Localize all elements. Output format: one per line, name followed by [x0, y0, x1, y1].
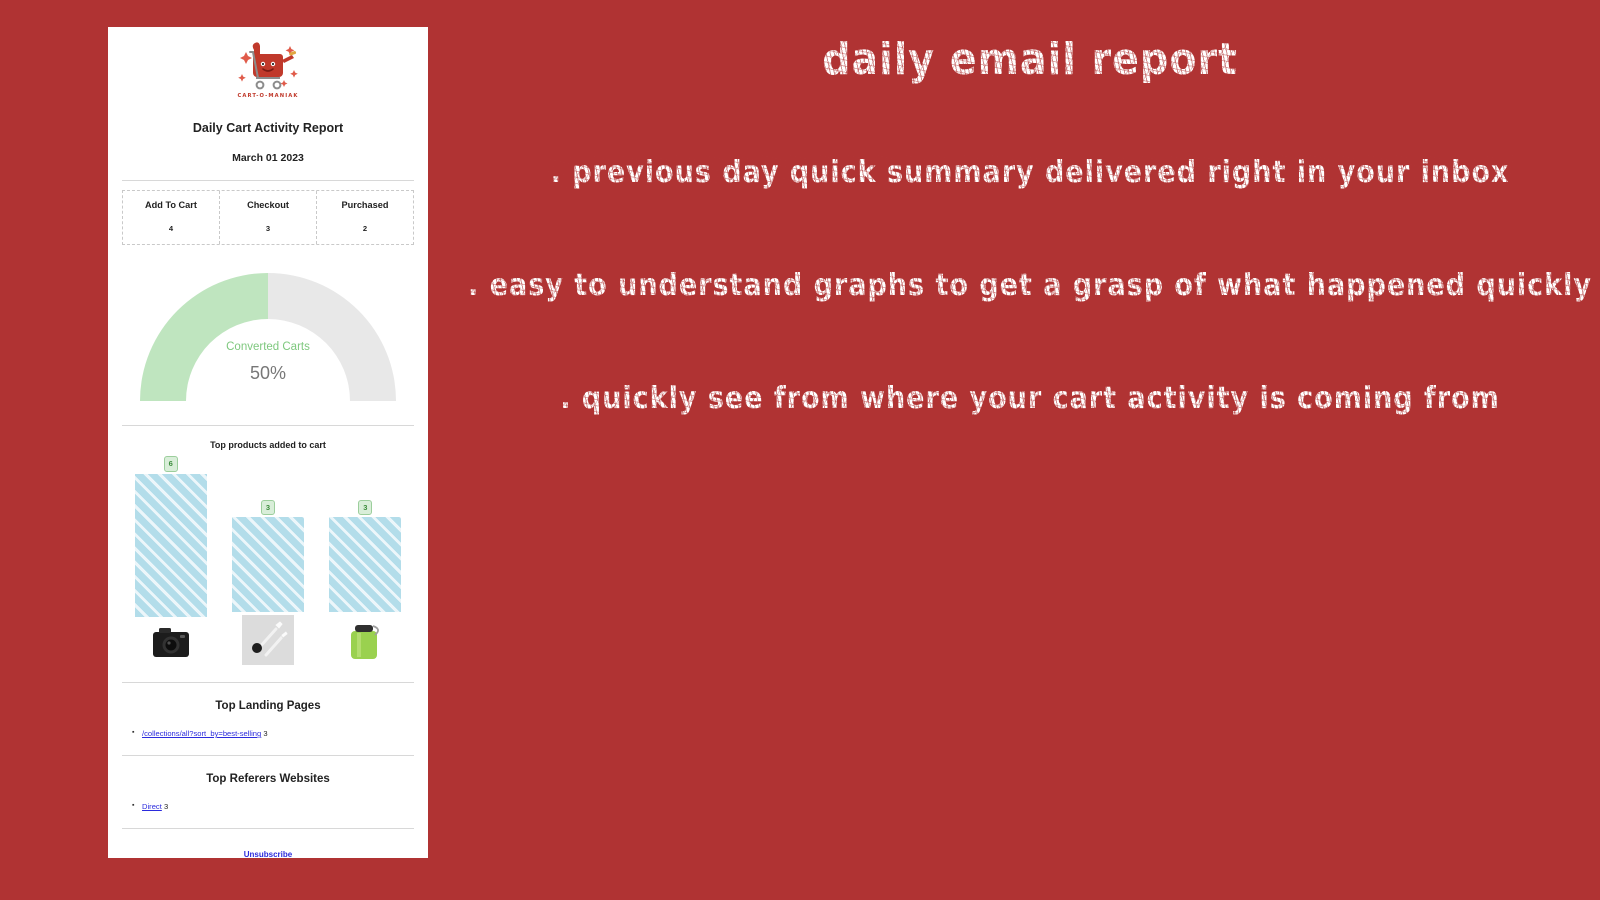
bar-rect: [134, 473, 207, 618]
top-landing-pages-list: /collections/all?sort_by=best-selling 3: [122, 728, 414, 739]
stat-cell-add-to-cart: Add To Cart 4: [123, 191, 220, 244]
email-preview-card: CART-O-MANIAK Daily Cart Activity Report…: [108, 27, 428, 858]
bar-column: 3: [231, 456, 304, 666]
stat-cell-checkout: Checkout 3: [220, 191, 317, 244]
stat-label: Add To Cart: [145, 200, 197, 210]
logo-block: CART-O-MANIAK: [122, 27, 414, 99]
promo-panel: Daily email report . Previous day quick …: [460, 0, 1600, 900]
unsubscribe-link[interactable]: Unsubscribe: [244, 850, 292, 858]
list-item: Direct 3: [132, 801, 414, 812]
promo-bullet-row: . Previous day quick summary delivered r…: [460, 155, 1600, 190]
report-date: March 01 2023: [232, 152, 304, 164]
divider: [122, 827, 414, 829]
promo-bullet-row: . Easy to understand graphs to get a gra…: [460, 268, 1600, 303]
converted-carts-gauge: Converted Carts 50%: [122, 267, 414, 409]
top-landing-pages-title: Top Landing Pages: [215, 700, 321, 712]
landing-page-count: 3: [263, 729, 268, 738]
product-thumbnail-camera: [143, 619, 198, 666]
product-thumbnail-kitchen-utensils: [240, 614, 295, 666]
product-thumbnail-water-bottle: [338, 614, 393, 666]
gauge-value: 50%: [249, 363, 287, 383]
stats-table: Add To Cart 4 Checkout 3 Purchased 2: [122, 190, 414, 245]
stat-cell-purchased: Purchased 2: [317, 191, 413, 244]
divider: [122, 425, 414, 426]
list-item: /collections/all?sort_by=best-selling 3: [132, 728, 414, 739]
divider: [122, 682, 414, 683]
bar-value-badge: 6: [163, 456, 178, 472]
top-products-bar-chart: 6 3 3: [122, 456, 414, 666]
promo-bullet-row: . Quickly see from where your cart activ…: [460, 381, 1600, 416]
bar-rect: [231, 517, 304, 612]
top-referers-title: Top Referers Websites: [206, 772, 330, 785]
page-title: Daily Cart Activity Report: [192, 121, 344, 135]
bar-chart-title: Top products added to cart: [210, 440, 326, 450]
divider: [122, 180, 414, 181]
gauge-caption: Converted Carts: [226, 341, 310, 353]
stat-label: Checkout: [247, 200, 289, 210]
bar-value-badge: 3: [358, 499, 373, 515]
bar-column: 6: [134, 456, 207, 666]
referer-link[interactable]: Direct: [142, 802, 162, 811]
landing-page-link[interactable]: /collections/all?sort_by=best-selling: [142, 729, 261, 738]
promo-bullet-1: . Previous day quick summary delivered r…: [546, 155, 1514, 190]
referer-count: 3: [163, 801, 169, 811]
stat-value: 4: [168, 224, 174, 233]
divider: [122, 754, 414, 756]
promo-heading-row: Daily email report: [460, 0, 1600, 85]
promo-heading: Daily email report: [816, 34, 1244, 85]
logo-wordmark: CART-O-MANIAK: [237, 93, 299, 99]
top-referers-list: Direct 3: [122, 801, 414, 812]
promo-bullet-2: . Easy to understand graphs to get a gra…: [464, 268, 1596, 303]
bar-rect: [329, 517, 402, 612]
stat-label: Purchased: [341, 200, 389, 210]
stat-value: 3: [265, 224, 271, 233]
promo-bullet-3: . Quickly see from where your cart activ…: [556, 381, 1505, 416]
cart-o-maniak-logo-icon: [122, 40, 414, 92]
stat-value: 2: [362, 224, 368, 233]
bar-value-badge: 3: [260, 499, 276, 515]
unsubscribe-row: Unsubscribe: [122, 844, 414, 858]
bar-column: 3: [329, 456, 402, 666]
